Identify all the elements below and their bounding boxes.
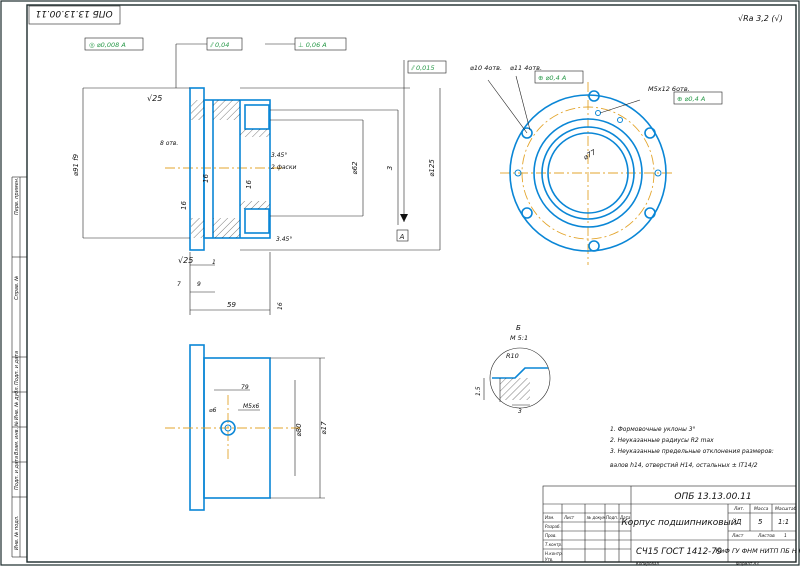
title-name: Корпус подшипниковый: [621, 518, 736, 528]
tb-role-5: Утв.: [545, 557, 553, 562]
dim-m5: М5х6: [243, 403, 260, 410]
title-block: ОПБ 13.13.00.11 Корпус подшипниковый СЧ1…: [542, 485, 800, 566]
tolerance-6: ⊕ ⌀0,4 A: [677, 95, 705, 103]
tolerance-5: ⊕ ⌀0,4 A: [538, 74, 566, 82]
detail-scale: М 5:1: [510, 334, 528, 342]
tb-row-sign: Подп.: [606, 515, 618, 520]
drawing-sheet: Перв. примен. Справ. № Подп. и дата Инв.…: [0, 0, 800, 566]
chamfer-1b: 2 фаски: [271, 164, 296, 171]
tb-row-doc: № докум.: [586, 515, 607, 520]
tb-copied: Копировал: [636, 561, 659, 566]
holes-8: 8 отв.: [160, 140, 178, 147]
tolerance-3: ⊥ 0,06 A: [298, 41, 327, 49]
side-stamp: Перв. примен. Справ. № Подп. и дата Инв.…: [11, 176, 27, 558]
tb-mass-value: 5: [758, 518, 763, 526]
side-stamp-inv-dubl: Инв. № дубл.: [14, 386, 20, 420]
dim-91f9: ⌀91 f9: [72, 153, 80, 176]
side-view: 79 М5х6 ⌀6 ⌀80 ⌀17: [165, 344, 328, 511]
detail-r10: R10: [506, 352, 519, 360]
tolerance-frames: ◎ ⌀0,008 A ⫽ 0,04 ⊥ 0,06 A ⫽ 0,015: [84, 37, 447, 88]
title-organization: КиФ ГУ ФНМ НИТП ПБ Н ПП: [715, 547, 800, 555]
dim-125: ⌀125: [428, 159, 436, 177]
detail-d15: 1.5: [475, 386, 482, 396]
tb-format: Формат A3: [736, 561, 759, 566]
tb-role-4: Н.контр.: [545, 551, 563, 556]
dim-1: 1: [212, 259, 216, 266]
title-material: СЧ15 ГОСТ 1412-79: [636, 547, 722, 557]
tb-sheets-value: 1: [784, 533, 787, 539]
tolerance-4: ⫽ 0,015: [410, 64, 435, 72]
dim-17: ⌀17: [320, 421, 328, 435]
note-1: 1. Формовочные уклоны 3°: [610, 426, 696, 433]
datum-a: A: [399, 233, 405, 241]
dim-80: ⌀80: [295, 423, 303, 437]
dim-16c: 16: [180, 201, 188, 210]
tolerance-2: ⫽ 0,04: [209, 41, 229, 49]
detail-label: Б: [516, 324, 521, 332]
dim-6: ⌀6: [209, 407, 217, 414]
tb-mass-label: Масса: [754, 506, 769, 512]
note-4: валов h14, отверстий H14, остальных ± IT…: [610, 462, 758, 469]
dim-7: 7: [177, 281, 181, 288]
chamfer-1: 3.45°: [271, 152, 287, 159]
side-stamp-vzam: Взам. инв. №: [14, 421, 20, 455]
dim-phi77: ⌀77: [582, 148, 598, 162]
dim-16d: 16: [277, 302, 284, 310]
title-designation: ОПБ 13.13.00.11: [674, 492, 751, 502]
detail-view: Б М 5:1 R10 1.5 3: [475, 324, 551, 415]
chamfer-2: 3.45°: [276, 236, 292, 243]
top-designation-box: ОПБ 13.13.00.11: [28, 5, 121, 25]
dim-9: 9: [197, 281, 201, 288]
detail-d3: 3: [518, 408, 522, 415]
side-stamp-perv: Перв. примен.: [14, 177, 20, 215]
roughness-25-bottom: √25: [178, 256, 193, 265]
tb-scale-label: Масштаб: [775, 506, 797, 512]
tb-scale-value: 1:1: [778, 518, 789, 526]
dim-70h7: 3: [386, 166, 394, 170]
tb-role-2: Пров.: [545, 533, 557, 538]
tolerance-1: ◎ ⌀0,008 A: [89, 41, 126, 49]
note-2: 2. Неуказанные радиусы R2 max: [610, 437, 714, 444]
tb-lit-label: Лит.: [733, 506, 744, 512]
dim-59: 59: [227, 301, 236, 309]
tb-row-izm: Изм.: [545, 515, 554, 520]
roughness-25-top: √25: [147, 94, 162, 103]
note-3: 3. Неуказанные предельные отклонения раз…: [610, 448, 774, 455]
front-view: ⌀77 ⌀10 4отв. ⌀11 4отв. ⊕ ⌀0,4 A М5х12 6…: [470, 64, 723, 265]
side-stamp-sign1: Подп. и дата: [14, 456, 20, 490]
tb-row-date: Дата: [619, 515, 631, 520]
dim-16b: 16: [245, 180, 253, 189]
dim-79: 79: [241, 384, 249, 391]
tb-row-list: Лист: [563, 515, 575, 520]
tb-sheet-label: Лист: [731, 533, 744, 539]
tb-lit-value: Д: [735, 518, 742, 526]
technical-drawing: Перв. примен. Справ. № Подп. и дата Инв.…: [0, 0, 800, 566]
tb-sheets-label: Листов: [757, 533, 775, 539]
side-stamp-sprav: Справ. №: [14, 276, 20, 300]
side-stamp-inv-podl: Инв. № подл.: [14, 516, 20, 551]
side-stamp-sign2: Подп. и дата: [14, 351, 20, 385]
notes: 1. Формовочные уклоны 3° 2. Неуказанные …: [610, 426, 774, 469]
top-designation: ОПБ 13.13.00.11: [35, 8, 112, 18]
roughness-note: √Ra 3,2 (√): [738, 14, 783, 23]
dim-16a: 16: [202, 174, 210, 183]
section-view: A ⌀91 f9 ⌀62 3 ⌀125 √25 √25 8 отв. 3.45°…: [72, 60, 441, 315]
tb-role-1: Разраб.: [545, 524, 561, 529]
phi10-label: ⌀10 4отв.: [470, 64, 502, 72]
dim-62: ⌀62: [351, 161, 359, 175]
tb-role-3: Т.контр.: [545, 542, 562, 547]
